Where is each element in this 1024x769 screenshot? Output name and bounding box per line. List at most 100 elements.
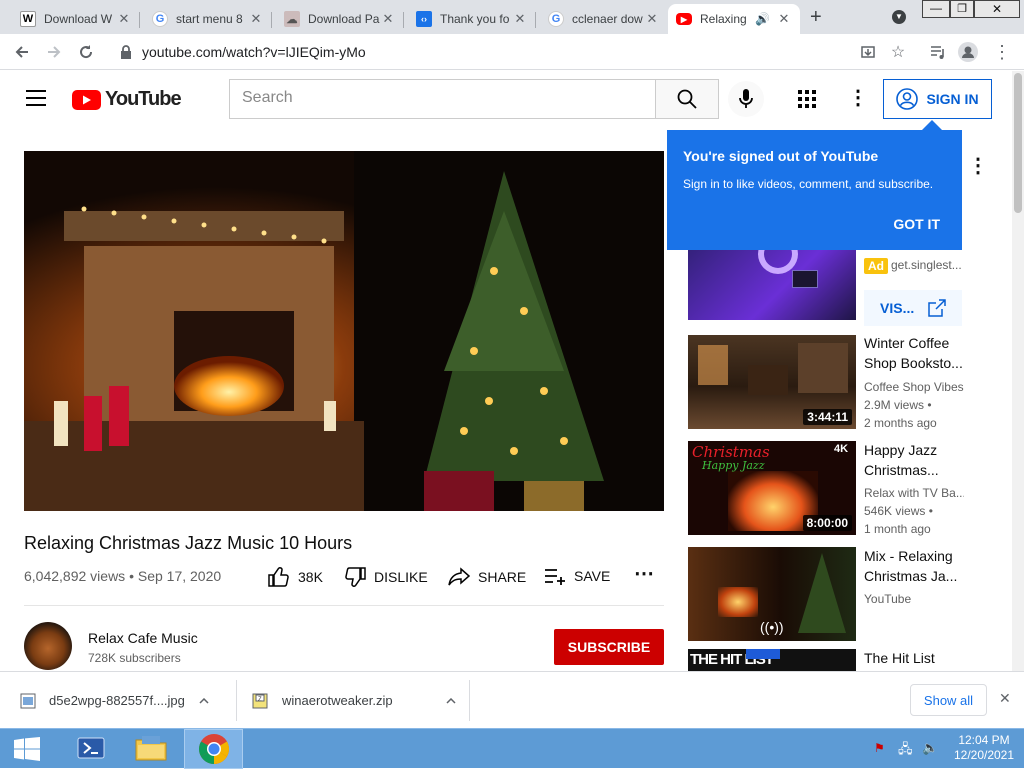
recommendation-channel[interactable]: Coffee Shop Vibes bbox=[864, 378, 964, 396]
share-icon bbox=[448, 567, 470, 586]
tab-start-menu[interactable]: G start menu 8 ✕ bbox=[144, 4, 272, 34]
chevron-up-icon[interactable] bbox=[199, 697, 209, 704]
browser-toolbar: youtube.com/watch?v=lJIEQim-yMo ☆ ⋮ bbox=[0, 34, 1024, 70]
speaker-icon[interactable]: 🔊 bbox=[755, 12, 770, 26]
scrollbar-thumb[interactable] bbox=[1014, 73, 1022, 213]
sign-in-button[interactable]: SIGN IN bbox=[883, 79, 992, 119]
recommendation-views: 546K views • bbox=[864, 504, 933, 518]
hamburger-icon[interactable] bbox=[26, 90, 46, 109]
search-input[interactable]: Search bbox=[229, 79, 656, 119]
restore-icon[interactable]: ❐ bbox=[950, 0, 974, 18]
share-button[interactable]: SHARE bbox=[448, 567, 526, 587]
tab-download-word[interactable]: W Download W ✕ bbox=[12, 4, 140, 34]
subscribe-button[interactable]: SUBSCRIBE bbox=[554, 629, 664, 665]
zip-file-icon: Z bbox=[252, 693, 268, 708]
media-control-icon[interactable] bbox=[926, 40, 950, 64]
recommendation-title[interactable]: The Hit List bbox=[864, 648, 964, 670]
address-bar[interactable]: youtube.com/watch?v=lJIEQim-yMo bbox=[142, 44, 366, 60]
back-icon[interactable] bbox=[10, 40, 34, 64]
settings-more-icon[interactable]: ⋮ bbox=[848, 85, 868, 110]
close-icon[interactable]: ✕ bbox=[380, 11, 396, 27]
close-downloads-icon[interactable]: ✕ bbox=[999, 690, 1011, 707]
new-tab-icon[interactable]: + bbox=[810, 6, 822, 29]
youtube-header: YouTube Search ⋮ SIGN IN bbox=[0, 71, 1012, 127]
got-it-button[interactable]: GOT IT bbox=[893, 216, 940, 232]
recommendation-views: 2.9M views • bbox=[864, 398, 932, 412]
download-filename: d5e2wpg-882557f....jpg bbox=[49, 693, 185, 708]
dislike-button[interactable]: DISLIKE bbox=[344, 567, 428, 587]
ad-badge: Ad bbox=[864, 258, 888, 274]
account-icon bbox=[896, 88, 919, 110]
chrome-taskbar-button[interactable] bbox=[184, 729, 243, 769]
more-actions-icon[interactable]: ⋯ bbox=[634, 561, 654, 586]
chrome-icon bbox=[198, 734, 230, 764]
close-icon[interactable]: ✕ bbox=[776, 11, 792, 27]
thumbs-up-icon bbox=[268, 567, 289, 587]
ad-visit-label: VIS... bbox=[880, 300, 915, 316]
minimize-icon[interactable]: — bbox=[922, 0, 950, 18]
close-icon[interactable]: ✕ bbox=[248, 11, 264, 27]
close-icon[interactable]: ✕ bbox=[644, 11, 660, 27]
close-window-icon[interactable]: ✕ bbox=[974, 0, 1020, 18]
star-icon[interactable]: ☆ bbox=[886, 40, 910, 64]
clock-time: 12:04 PM bbox=[958, 733, 1010, 747]
ad-visit-button[interactable]: VIS... bbox=[864, 290, 962, 326]
save-button[interactable]: SAVE bbox=[544, 567, 610, 585]
reload-icon[interactable] bbox=[74, 40, 98, 64]
apps-grid-icon[interactable] bbox=[798, 90, 816, 111]
file-explorer-icon[interactable] bbox=[134, 734, 168, 762]
channel-avatar[interactable] bbox=[24, 622, 72, 670]
download-item[interactable]: Z winaerotweaker.zip bbox=[252, 672, 470, 729]
forward-icon[interactable] bbox=[42, 40, 66, 64]
tab-cclenaer[interactable]: G cclenaer dow ✕ bbox=[540, 4, 668, 34]
recommendation-channel[interactable]: YouTube bbox=[864, 590, 964, 608]
system-clock[interactable]: 12:04 PM 12/20/2021 bbox=[952, 733, 1016, 763]
recommendation-title[interactable]: Happy Jazz Christmas... bbox=[864, 440, 964, 480]
show-all-button[interactable]: Show all bbox=[910, 684, 987, 716]
tab-strip: W Download W ✕ G start menu 8 ✕ ☁ Downlo… bbox=[0, 0, 1024, 34]
recommendation-thumbnail[interactable]: Christmas Happy Jazz 4K 8:00:00 bbox=[688, 441, 856, 535]
channel-name[interactable]: Relax Cafe Music bbox=[88, 630, 198, 646]
like-button[interactable]: 38K bbox=[268, 567, 323, 587]
page-scrollbar[interactable] bbox=[1012, 71, 1024, 671]
clock-date: 12/20/2021 bbox=[953, 748, 1015, 762]
recommendation-channel[interactable]: Relax with TV Ba... bbox=[864, 484, 964, 502]
popup-title: You're signed out of YouTube bbox=[683, 148, 879, 164]
tab-label: Download Pa bbox=[308, 12, 380, 26]
close-icon[interactable]: ✕ bbox=[512, 11, 528, 27]
tab-label: start menu 8 bbox=[176, 12, 243, 26]
chevron-up-icon[interactable] bbox=[446, 697, 456, 704]
voice-search-button[interactable] bbox=[728, 81, 764, 117]
thankyou-icon: ‹› bbox=[416, 11, 432, 27]
recommendation-thumbnail[interactable]: 3:44:11 bbox=[688, 335, 856, 429]
youtube-logo[interactable]: YouTube bbox=[72, 88, 182, 111]
profile-icon[interactable] bbox=[956, 40, 980, 64]
download-page-icon: ☁ bbox=[284, 11, 300, 27]
video-player[interactable] bbox=[24, 151, 664, 511]
google-icon: G bbox=[152, 11, 168, 27]
duration-badge: 8:00:00 bbox=[802, 515, 852, 531]
lock-icon[interactable] bbox=[114, 40, 138, 64]
tab-search-icon[interactable]: ▼ bbox=[892, 10, 906, 24]
tab-download-page[interactable]: ☁ Download Pa ✕ bbox=[276, 4, 404, 34]
recommendation-age: 1 month ago bbox=[864, 522, 931, 536]
volume-muted-icon[interactable]: 🔈 bbox=[922, 740, 938, 756]
recommendation-thumbnail[interactable]: ((•)) bbox=[688, 547, 856, 641]
search-button[interactable] bbox=[655, 79, 719, 119]
tab-relaxing[interactable]: ▶ Relaxing 🔊 ✕ bbox=[668, 4, 800, 34]
tab-thank-you[interactable]: ‹› Thank you fo ✕ bbox=[408, 4, 536, 34]
recommendation-thumbnail[interactable]: THE HIT LIST bbox=[688, 649, 856, 671]
network-icon[interactable]: 🖧 bbox=[898, 740, 913, 762]
windows-start-icon[interactable] bbox=[14, 737, 40, 764]
download-item[interactable]: d5e2wpg-882557f....jpg bbox=[20, 672, 236, 729]
mix-broadcast-icon: ((•)) bbox=[760, 619, 784, 635]
ad-domain[interactable]: get.singlest... bbox=[891, 258, 962, 272]
more-menu-icon[interactable]: ⋮ bbox=[990, 40, 1014, 64]
recommendation-title[interactable]: Winter Coffee Shop Booksto... bbox=[864, 333, 964, 373]
install-icon[interactable] bbox=[856, 40, 880, 64]
recommendation-title[interactable]: Mix - Relaxing Christmas Ja... bbox=[864, 546, 964, 586]
close-icon[interactable]: ✕ bbox=[116, 11, 132, 27]
powershell-icon[interactable] bbox=[76, 734, 106, 762]
action-center-flag-icon[interactable]: ⚑ bbox=[874, 741, 885, 755]
ad-more-icon[interactable]: ⋮ bbox=[968, 153, 988, 178]
